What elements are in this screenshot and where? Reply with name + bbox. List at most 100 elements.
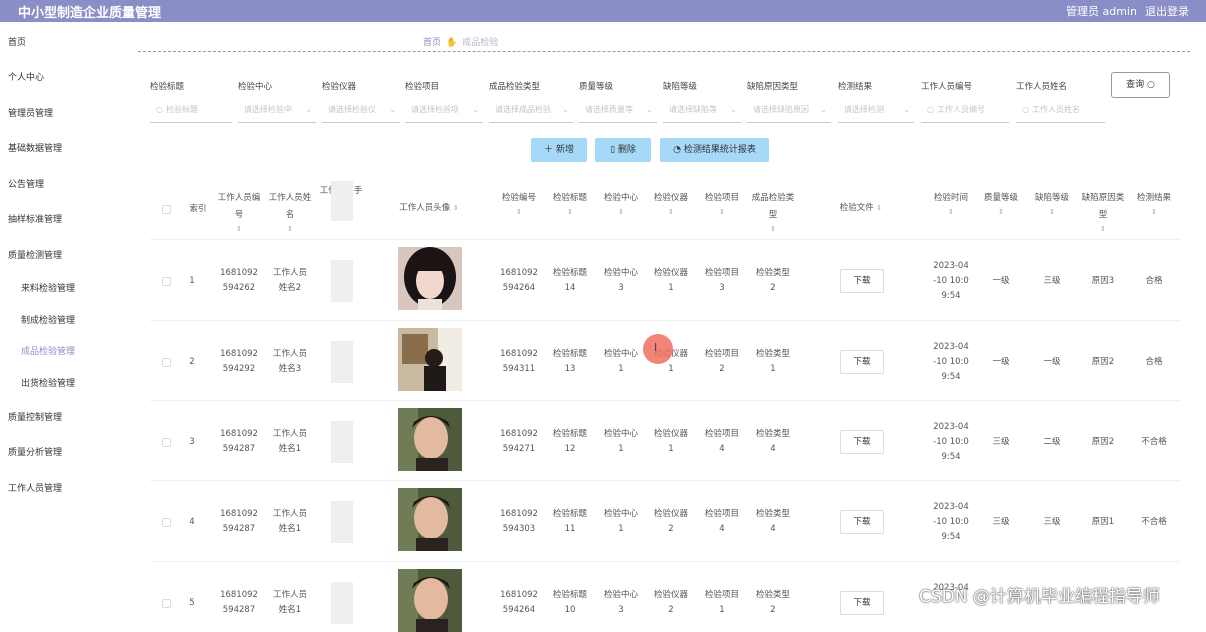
quality-select[interactable]: 请选择质量等 ⌄	[579, 99, 657, 123]
header-result[interactable]: 检测结果 ⇕	[1132, 190, 1176, 217]
cell-line: -10 10:0	[933, 437, 969, 447]
row-checkbox[interactable]	[162, 518, 171, 527]
result-select[interactable]: 请选择检测 ⌄	[838, 99, 914, 123]
header-center[interactable]: 检验中心 ⇕	[599, 190, 643, 217]
header-code[interactable]: 检验编号 ⇕	[497, 190, 541, 217]
sort-icon: ⇕	[618, 208, 624, 216]
type-select[interactable]: 请选择成品检验 ⌄	[489, 99, 573, 123]
header-instrument[interactable]: 检验仪器 ⇕	[649, 190, 693, 217]
row-checkbox[interactable]	[162, 277, 171, 286]
download-button[interactable]: 下载	[840, 430, 884, 454]
cell-line: 检验仪器	[653, 509, 688, 519]
cell-type: 检验类型 4	[751, 427, 795, 457]
select-all-checkbox[interactable]	[162, 205, 171, 214]
header-index[interactable]: 索引	[183, 201, 213, 218]
report-button[interactable]: ◔ 检测结果统计报表	[660, 138, 769, 162]
cell-center: 检验中心 1	[599, 427, 643, 457]
blur-mask	[331, 260, 353, 302]
sort-icon: ⇕	[1100, 225, 1106, 233]
reason-select[interactable]: 请选择缺陷原因 ⌄	[747, 99, 831, 123]
title-search-input[interactable]: ○ 检验标题	[150, 99, 232, 123]
defect-select[interactable]: 请选择缺陷等 ⌄	[663, 99, 741, 123]
filter-label-title: 检验标题	[150, 82, 185, 92]
cell-center: 检验中心 3	[599, 266, 643, 296]
row-checkbox[interactable]	[162, 438, 171, 447]
download-button[interactable]: 下载	[840, 350, 884, 374]
cell-staff_no: 1681092 594292	[217, 347, 261, 377]
cell-line: 检验类型	[755, 349, 790, 359]
cell-code: 1681092 594303	[497, 507, 541, 537]
sidebar-item-finished[interactable]: 成品检验管理	[21, 344, 75, 357]
cell-line: -10 10:0	[933, 517, 969, 527]
instrument-select[interactable]: 请选择检验仪 ⌄	[322, 99, 400, 123]
breadcrumb-home[interactable]: 首页	[423, 38, 441, 48]
header-file[interactable]: 检验文件 ⇕	[825, 200, 897, 217]
header-type[interactable]: 成品检验类型 ⇕	[751, 190, 795, 234]
sidebar-item-sampling[interactable]: 抽样标准管理	[8, 212, 62, 225]
sidebar-item-profile[interactable]: 个人中心	[8, 70, 44, 83]
blur-mask	[331, 582, 353, 624]
cell-line: 2	[668, 605, 674, 615]
cell-type: 检验类型 4	[751, 507, 795, 537]
cell-line: 检验类型	[755, 429, 790, 439]
header-time[interactable]: 检验时间 ⇕	[929, 190, 973, 217]
sidebar-item-admin[interactable]: 管理员管理	[8, 106, 53, 119]
sidebar-item-shipping[interactable]: 出货检验管理	[21, 376, 75, 389]
staff-no-search-input[interactable]: ○ 工作人员编号	[921, 99, 1009, 123]
cell-line: 594264	[502, 605, 536, 615]
cell-line: 9:54	[941, 452, 961, 462]
header-reason[interactable]: 缺陷原因类型 ⇕	[1080, 190, 1126, 234]
chevron-down-icon: ⌄	[562, 105, 569, 114]
header-staff-no[interactable]: 工作人员编号 ⇕	[217, 190, 261, 234]
cell-line: 2023-04	[933, 502, 969, 512]
breadcrumb: 首页 ✋ 成品检验	[423, 35, 498, 48]
cell-title: 检验标题 11	[548, 507, 592, 537]
row-divider	[150, 400, 1180, 401]
item-select[interactable]: 请选择检验项 ⌄	[405, 99, 483, 123]
cell-defect: 三级	[1043, 517, 1061, 527]
staff-avatar-image	[398, 488, 462, 551]
cell-line: -10 10:0	[933, 357, 969, 367]
logout-link[interactable]: 退出登录	[1145, 3, 1189, 19]
sidebar-item-quality-inspection[interactable]: 质量检测管理	[8, 248, 62, 261]
center-select[interactable]: 请选择检验中 ⌄	[238, 99, 316, 123]
plus-icon: ＋	[544, 145, 554, 155]
staff-name-search-input[interactable]: ○ 工作人员姓名	[1016, 99, 1105, 123]
row-checkbox[interactable]	[162, 599, 171, 608]
download-button[interactable]: 下载	[840, 591, 884, 615]
header-defect[interactable]: 缺陷等级 ⇕	[1030, 190, 1074, 217]
sidebar-item-process[interactable]: 制成检验管理	[21, 313, 75, 326]
cell-title: 检验标题 14	[548, 266, 592, 296]
sort-icon: ⇕	[516, 208, 522, 216]
header-quality[interactable]: 质量等级 ⇕	[979, 190, 1023, 217]
staff-avatar-image	[398, 569, 462, 632]
cell-line: 4	[770, 524, 776, 534]
header-staff-name[interactable]: 工作人员姓名 ⇕	[268, 190, 312, 234]
header-avatar[interactable]: 工作人员头像 ⇕	[390, 200, 468, 217]
delete-button[interactable]: ▯ 删除	[595, 138, 651, 162]
sidebar-item-quality-analysis[interactable]: 质量分析管理	[8, 445, 62, 458]
cell-quality: 三级	[992, 437, 1010, 447]
cell-item: 检验项目 4	[700, 427, 744, 457]
cell-center: 检验中心 1	[599, 507, 643, 537]
cell-line: 9:54	[941, 291, 961, 301]
download-button[interactable]: 下载	[840, 510, 884, 534]
sidebar-item-basic-data[interactable]: 基础数据管理	[8, 141, 62, 154]
sidebar-item-notice[interactable]: 公告管理	[8, 177, 44, 190]
header-item[interactable]: 检验项目 ⇕	[700, 190, 744, 217]
sidebar-item-quality-control[interactable]: 质量控制管理	[8, 410, 62, 423]
query-button[interactable]: 查询 ○	[1111, 72, 1170, 98]
sidebar-item-incoming[interactable]: 来料检验管理	[21, 281, 75, 294]
sidebar-item-home[interactable]: 首页	[8, 35, 26, 48]
cell-line: 594292	[222, 364, 256, 374]
header-title[interactable]: 检验标题 ⇕	[548, 190, 592, 217]
pie-chart-icon: ◔	[673, 145, 681, 155]
download-button[interactable]: 下载	[840, 269, 884, 293]
cell-item: 检验项目 2	[700, 347, 744, 377]
add-button[interactable]: ＋ 新增	[531, 138, 587, 162]
cell-line: 11	[564, 524, 576, 534]
search-icon: ○	[156, 105, 163, 114]
row-checkbox[interactable]	[162, 358, 171, 367]
sidebar-item-staff[interactable]: 工作人员管理	[8, 481, 62, 494]
cell-staff_no: 1681092 594287	[217, 427, 261, 457]
